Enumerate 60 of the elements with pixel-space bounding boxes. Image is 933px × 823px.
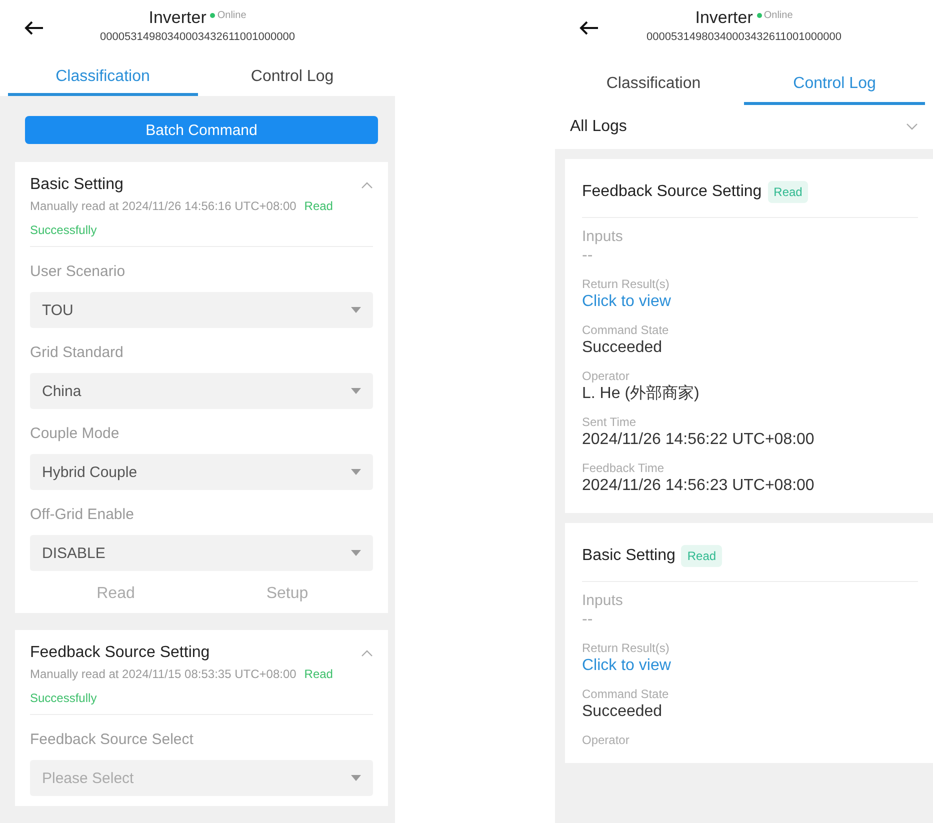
- select-field[interactable]: TOU: [30, 292, 373, 328]
- dropdown-caret-icon: [351, 550, 361, 556]
- log-title: Basic Setting: [582, 547, 676, 565]
- log-filter-dropdown[interactable]: All Logs: [555, 105, 933, 149]
- detail-value: 2024/11/26 14:56:22 UTC+08:00: [582, 430, 816, 450]
- section-title: Feedback Source Setting: [30, 644, 210, 662]
- chevron-icon[interactable]: [361, 649, 373, 657]
- batch-command-button[interactable]: Batch Command: [25, 116, 378, 144]
- view-link[interactable]: Click to view: [582, 655, 918, 677]
- detail-label: Command State: [582, 687, 670, 701]
- field-label: Feedback Source Select: [30, 731, 194, 748]
- chevron-icon[interactable]: [361, 181, 373, 189]
- action-button[interactable]: Setup: [202, 585, 373, 603]
- detail-label: Return Result(s): [582, 277, 670, 291]
- device-title: Inverter: [148, 8, 206, 28]
- detail-value: --: [582, 610, 594, 630]
- select-field[interactable]: Please Select: [30, 760, 373, 796]
- detail-label: Command State: [582, 323, 670, 337]
- detail-label: Feedback Time: [582, 461, 666, 475]
- action-button[interactable]: Read: [30, 585, 202, 603]
- detail-value: L. He (外部商家): [582, 384, 700, 404]
- select-field[interactable]: Hybrid Couple: [30, 454, 373, 490]
- detail-value: 2024/11/26 14:56:23 UTC+08:00: [582, 476, 816, 496]
- dropdown-caret-icon: [351, 469, 361, 475]
- field-label: Grid Standard: [30, 344, 124, 361]
- dropdown-caret-icon: [351, 775, 361, 781]
- detail-value: Succeeded: [582, 702, 664, 722]
- detail-value: Succeeded: [582, 338, 664, 358]
- chevron-icon[interactable]: [906, 123, 918, 131]
- detail-label: Sent Time: [582, 415, 638, 429]
- read-tag: Read: [681, 545, 722, 567]
- back-arrow-icon[interactable]: [24, 20, 44, 36]
- log-title: Feedback Source Setting: [582, 183, 762, 201]
- dropdown-caret-icon: [351, 388, 361, 394]
- dropdown-caret-icon: [351, 307, 361, 313]
- status-label: Online: [764, 10, 793, 21]
- select-field[interactable]: China: [30, 373, 373, 409]
- detail-label: Inputs: [582, 592, 624, 609]
- detail-label: Operator: [582, 733, 630, 747]
- detail-value: --: [582, 246, 594, 266]
- read-status-text: Manually read at 2024/11/15 08:53:35 UTC+08:00 Read Successfully: [30, 662, 373, 715]
- serial-number: 00005314980340003432611001000000: [646, 31, 842, 43]
- detail-label: Operator: [582, 369, 630, 383]
- tab[interactable]: Control Log: [744, 66, 925, 105]
- read-status-text: Manually read at 2024/11/26 14:56:16 UTC+08:00 Read Successfully: [30, 194, 373, 247]
- view-link[interactable]: Click to view: [582, 291, 918, 313]
- detail-label: Return Result(s): [582, 641, 670, 655]
- field-label: Off-Grid Enable: [30, 506, 135, 523]
- back-arrow-icon[interactable]: [579, 20, 599, 36]
- tab[interactable]: Classification: [563, 66, 744, 105]
- select-field[interactable]: DISABLE: [30, 535, 373, 571]
- tab[interactable]: Control Log: [198, 60, 387, 96]
- status-label: Online: [217, 10, 246, 21]
- read-tag: Read: [768, 181, 808, 203]
- serial-number: 00005314980340003432611001000000: [100, 31, 295, 43]
- detail-label: Inputs: [582, 228, 624, 245]
- section-title: Basic Setting: [30, 176, 124, 194]
- device-title: Inverter: [695, 8, 753, 28]
- field-label: Couple Mode: [30, 425, 120, 442]
- field-label: User Scenario: [30, 263, 126, 280]
